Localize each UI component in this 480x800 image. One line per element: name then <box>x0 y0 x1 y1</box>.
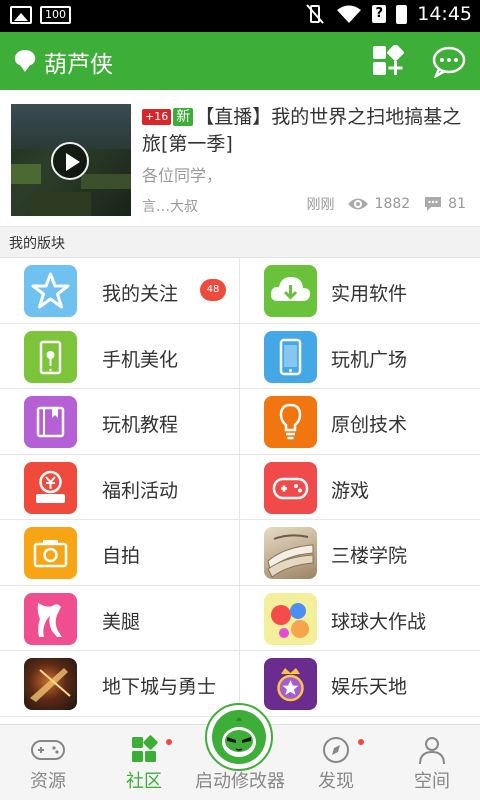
gourd-mascot-icon <box>212 710 266 764</box>
nav-community[interactable]: 社区 <box>96 725 192 800</box>
eye-icon <box>347 198 368 210</box>
image-notification-icon <box>10 6 32 24</box>
camera-icon <box>24 527 77 579</box>
board-item-original-tech[interactable]: 原创技术 <box>240 389 480 455</box>
person-icon <box>419 737 445 765</box>
board-label: 我的关注 <box>102 283 179 305</box>
board-item-useful-software[interactable]: 实用软件 <box>240 258 480 324</box>
wifi-icon <box>337 5 362 23</box>
board-label: 自拍 <box>102 545 141 567</box>
post-time: 刚刚 <box>306 197 335 213</box>
nav-label: 空间 <box>414 771 450 792</box>
star-icon <box>24 265 77 317</box>
board-label: 娱乐天地 <box>331 676 408 698</box>
app-title: 葫芦侠 <box>44 52 113 78</box>
book-icon <box>24 396 77 448</box>
books-image-icon <box>264 527 317 579</box>
battery-icon <box>396 4 408 24</box>
launch-modifier-button[interactable] <box>205 703 273 771</box>
vibrate-mute-icon <box>306 4 324 24</box>
sim-icon: ? <box>372 5 387 23</box>
board-item-games[interactable]: 游戏 <box>240 454 480 520</box>
battery-small-icon: 100 <box>40 6 71 24</box>
featured-meta: 刚刚 1882 81 <box>307 194 466 214</box>
cloud-download-icon <box>264 265 317 317</box>
comment-icon <box>425 197 442 211</box>
board-label: 游戏 <box>331 479 370 502</box>
nav-resources[interactable]: 资源 <box>0 725 96 800</box>
board-item-dnf[interactable]: 地下城与勇士 <box>0 651 240 717</box>
board-item-selfie[interactable]: 自拍 <box>0 520 240 586</box>
phone-icon <box>264 330 317 383</box>
view-count: 1882 <box>374 196 411 212</box>
dnf-game-icon <box>24 658 77 710</box>
nav-discover[interactable]: 发现 <box>288 725 384 800</box>
board-label: 地下城与勇士 <box>102 676 217 698</box>
nav-label: 资源 <box>30 771 66 792</box>
board-item-ball-battle[interactable]: 球球大作战 <box>240 585 480 651</box>
message-icon[interactable] <box>432 46 466 78</box>
board-label: 手机美化 <box>102 348 179 371</box>
add-board-icon[interactable] <box>372 45 404 77</box>
board-item-third-floor-academy[interactable]: 三楼学院 <box>240 520 480 586</box>
board-label: 原创技术 <box>331 414 408 436</box>
lightbulb-icon <box>264 396 317 448</box>
board-grid: 我的关注 48 实用软件 手机美化 玩机广场 玩机教程 原创技术 福利活动 游戏… <box>0 258 480 724</box>
board-item-partial[interactable] <box>0 716 240 724</box>
featured-author: 言…大叔 <box>142 199 198 215</box>
board-label: 美腿 <box>102 610 141 633</box>
grid-icon <box>132 735 158 762</box>
board-item-phone-beautify[interactable]: 手机美化 <box>0 323 240 389</box>
balls-icon <box>264 592 317 645</box>
board-item-partial[interactable] <box>240 716 480 724</box>
crown-star-icon <box>264 658 317 710</box>
gamepad-icon <box>264 461 317 514</box>
unread-badge: 48 <box>200 279 226 301</box>
featured-post[interactable]: +16 新【直播】我的世界之扫地搞基之旅[第一季] 各位同学， 言…大叔 刚刚 1… <box>0 90 480 227</box>
board-label: 玩机教程 <box>102 414 179 436</box>
hot-badge: +16 <box>142 109 172 125</box>
board-item-phone-tutorial[interactable]: 玩机教程 <box>0 389 240 455</box>
nav-discover-dot <box>358 739 364 745</box>
compass-icon <box>323 737 349 763</box>
app-logo-icon <box>14 50 36 72</box>
board-item-my-follow[interactable]: 我的关注 48 <box>0 258 240 324</box>
board-label: 福利活动 <box>102 479 179 502</box>
nav-label: 社区 <box>126 771 162 792</box>
board-item-entertainment[interactable]: 娱乐天地 <box>240 651 480 717</box>
play-icon[interactable] <box>51 142 89 180</box>
phone-flower-icon <box>24 330 77 383</box>
board-item-welfare[interactable]: 福利活动 <box>0 454 240 520</box>
nav-community-dot <box>166 739 172 745</box>
featured-description: 各位同学， <box>142 166 223 185</box>
section-header: 我的版块 <box>0 227 480 258</box>
status-bar: 100 ? 14:45 <box>0 0 480 32</box>
board-label: 实用软件 <box>331 283 408 305</box>
legs-icon <box>24 592 77 645</box>
video-thumbnail[interactable] <box>11 104 131 216</box>
board-label: 球球大作战 <box>331 610 427 633</box>
board-label: 三楼学院 <box>331 545 408 567</box>
section-title: 我的版块 <box>9 236 65 252</box>
board-label: 玩机广场 <box>331 348 408 371</box>
comment-count: 81 <box>448 196 466 212</box>
board-item-legs[interactable]: 美腿 <box>0 585 240 651</box>
status-right: ? 14:45 <box>304 3 472 25</box>
featured-title[interactable]: +16 新【直播】我的世界之扫地搞基之旅[第一季] <box>142 104 472 158</box>
nav-label: 发现 <box>318 771 354 792</box>
nav-space[interactable]: 空间 <box>384 725 480 800</box>
gamepad-outline-icon <box>31 740 65 760</box>
clock: 14:45 <box>417 3 472 25</box>
new-badge: 新 <box>173 108 194 126</box>
board-item-phone-plaza[interactable]: 玩机广场 <box>240 323 480 389</box>
gift-money-icon <box>24 461 77 514</box>
app-bar: 葫芦侠 <box>0 32 480 90</box>
status-left: 100 <box>10 6 71 24</box>
